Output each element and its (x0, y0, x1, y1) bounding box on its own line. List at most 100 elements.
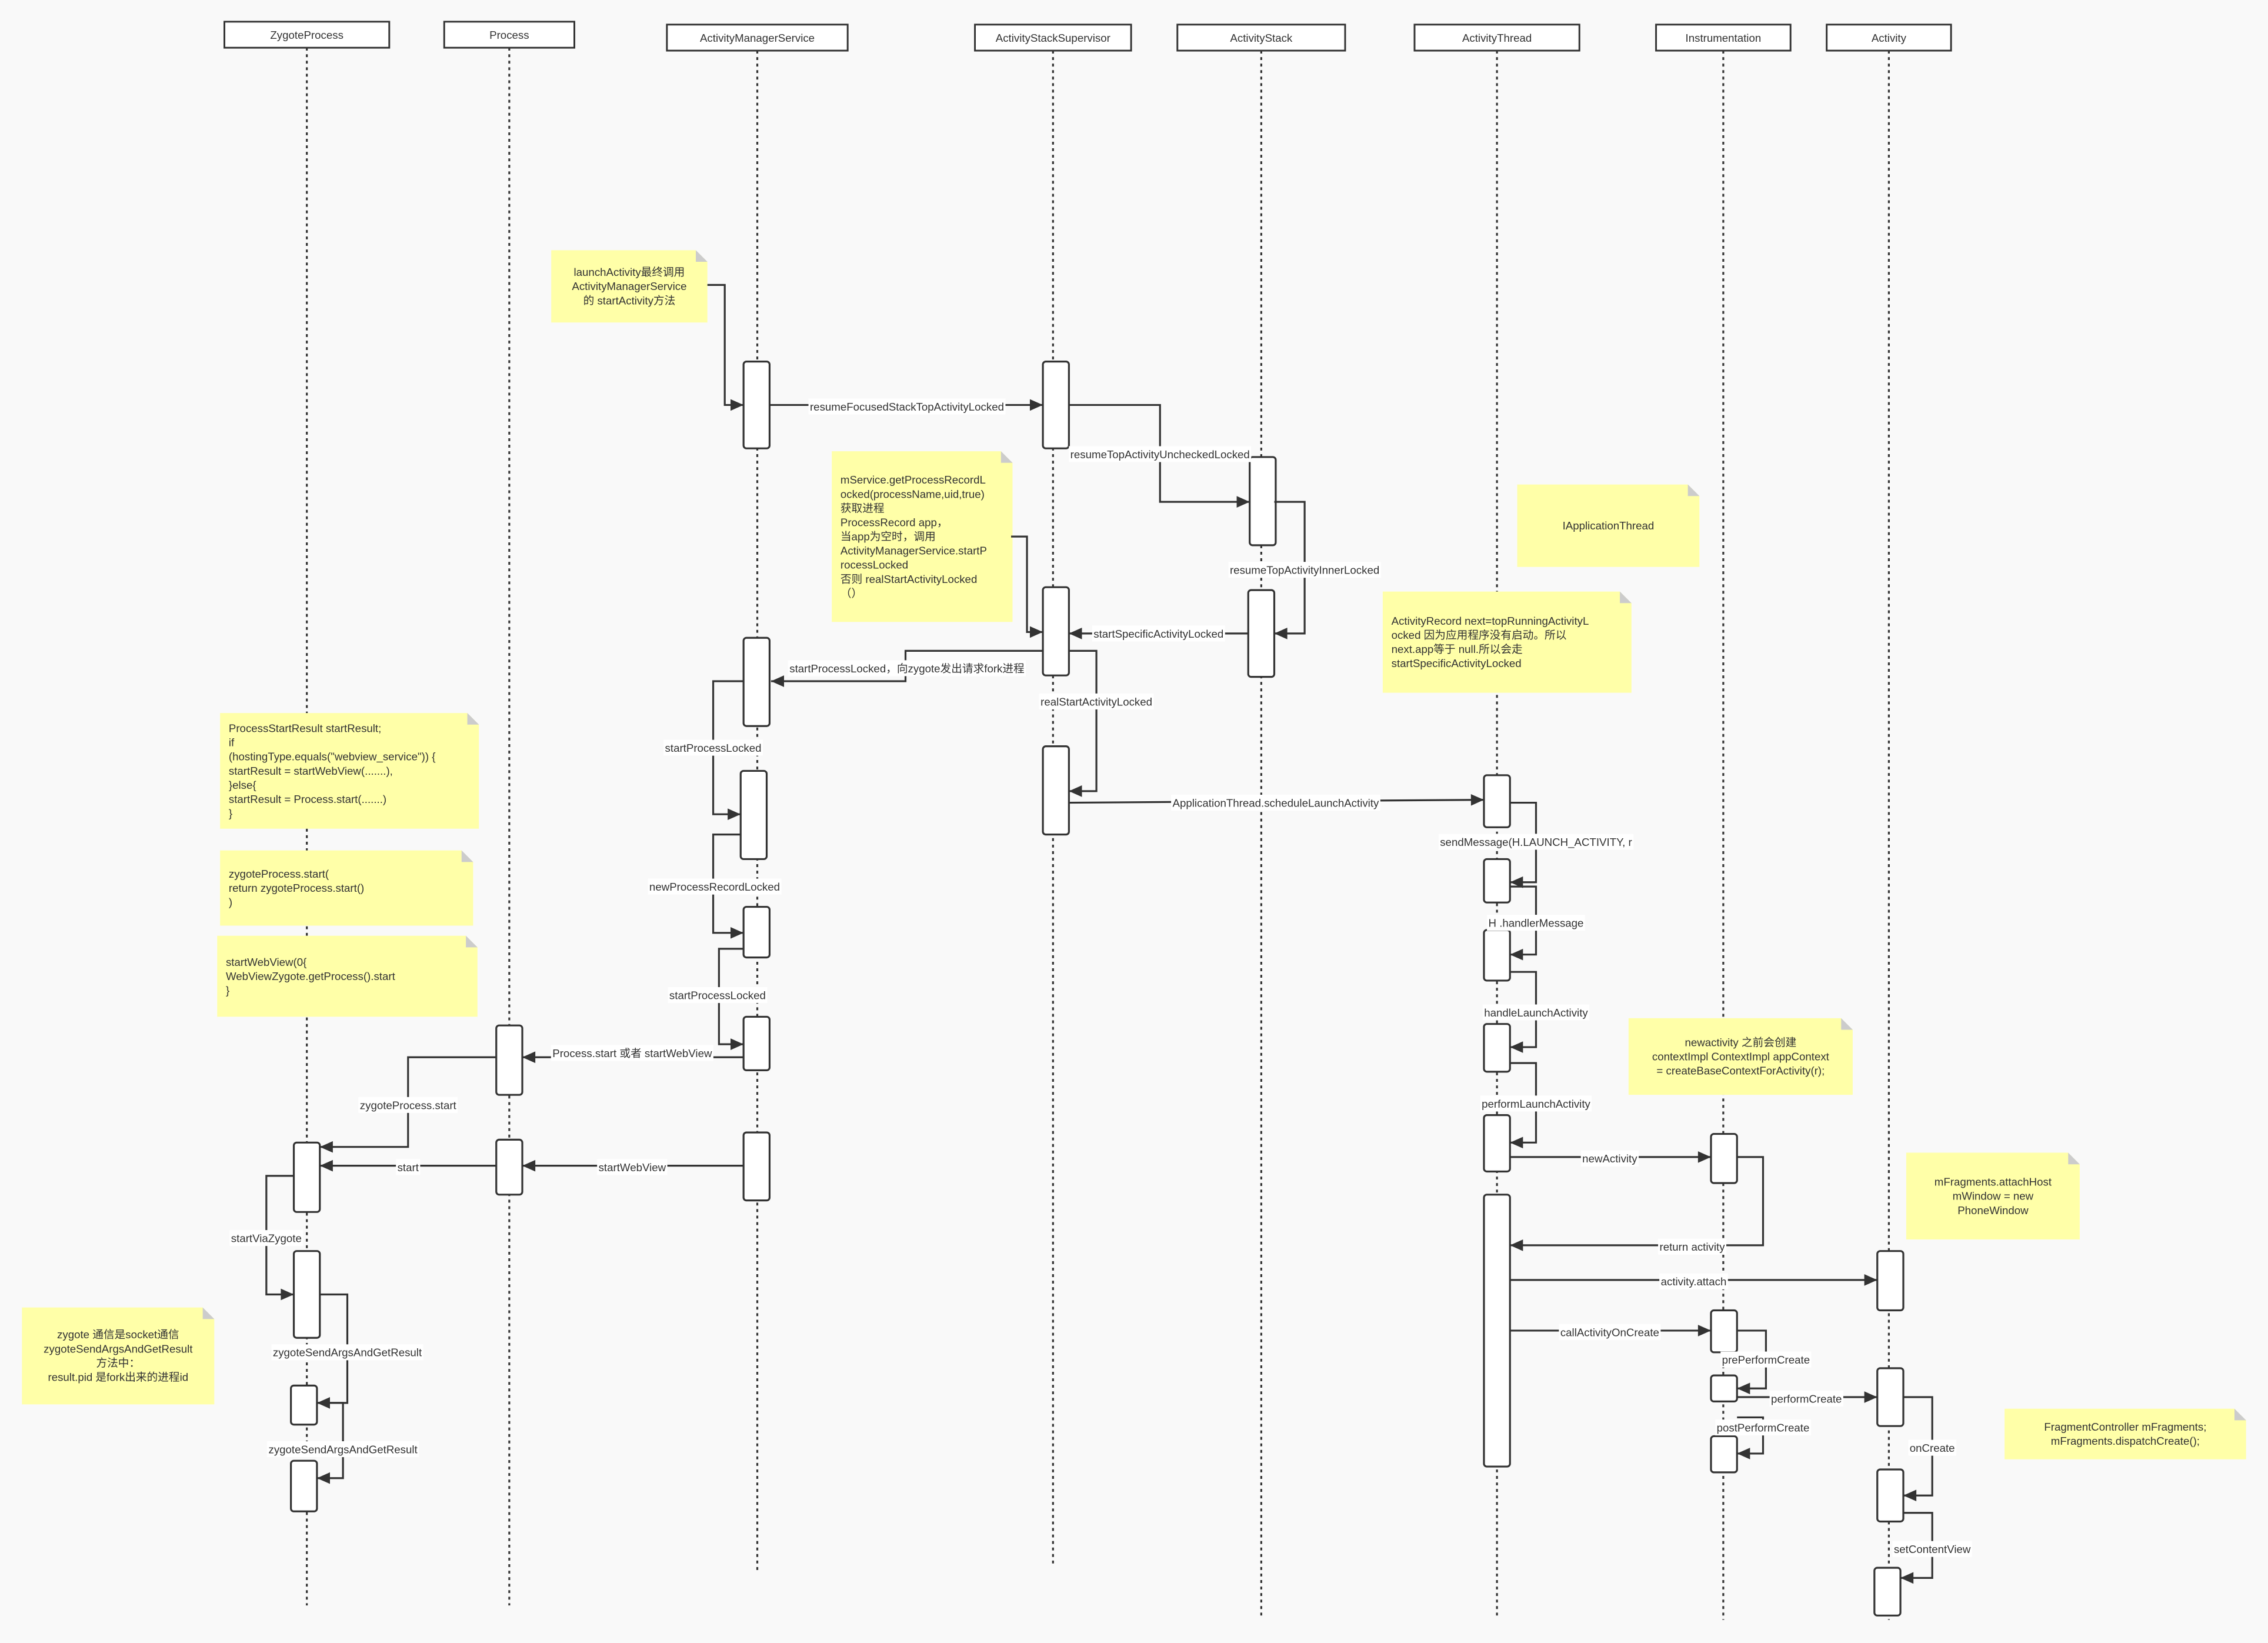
participant-box[interactable]: Activity (1826, 24, 1952, 52)
message-arrow: performCreate (1737, 1390, 1877, 1407)
participant-box[interactable]: Process (443, 21, 575, 49)
arrowhead-icon (316, 1472, 331, 1484)
note-line: mFragments.attachHost (1935, 1176, 2052, 1188)
arrowhead-icon (1864, 1391, 1877, 1403)
arrowhead-icon (1737, 1448, 1750, 1459)
message-label: performCreate (1771, 1392, 1842, 1405)
activation-bar (1042, 745, 1070, 836)
activation-bar (1483, 1023, 1511, 1073)
message-label: startProcessLocked (665, 742, 762, 754)
note-line: ocked(processName,uid,true) (841, 488, 985, 500)
participant-heads: ZygoteProcess Process ActivityManagerServi… (224, 21, 1952, 52)
activation-bar (292, 1250, 321, 1339)
note-line: startResult = Process.start(.......) (229, 793, 386, 805)
note-line: ProcessRecord app， (841, 516, 948, 528)
arrowhead-icon (731, 1038, 744, 1050)
message-label: zygoteSendArgsAndGetResult (273, 1347, 422, 1359)
activation-bar (290, 1384, 318, 1426)
message-label: activity.attach (1661, 1275, 1727, 1288)
participant-box[interactable]: ActivityManagerService (666, 24, 849, 52)
note[interactable]: FragmentController mFragments; mFragments… (2004, 1408, 2246, 1459)
message-arrow: startViaZygote (229, 1175, 303, 1301)
note-line: zygoteSendArgsAndGetResult (44, 1342, 193, 1355)
note[interactable]: ActivityRecord next=topRunningActivityL o… (1382, 591, 1632, 693)
note[interactable]: zygoteProcess.start( return zygoteProces… (220, 850, 473, 926)
note-fold-icon (1000, 451, 1013, 463)
participant-box[interactable]: ActivityStack (1176, 24, 1346, 52)
message-label: resumeTopActivityInnerLocked (1230, 564, 1379, 576)
message-label: postPerformCreate (1717, 1422, 1810, 1434)
participant-box[interactable]: ZygoteProcess (224, 21, 391, 49)
message-arrow: startSpecificActivityLocked (1069, 625, 1249, 642)
arrowhead-icon (1029, 399, 1043, 411)
note-fold-icon (2234, 1408, 2246, 1421)
activation-bar (495, 1138, 523, 1196)
message-label: handleLaunchActivity (1484, 1007, 1588, 1019)
arrowhead-icon (1274, 628, 1288, 639)
activation-bar (739, 769, 768, 861)
note-line: rocessLocked (841, 559, 908, 571)
message-label: zygoteProcess.start (360, 1099, 457, 1111)
note[interactable]: launchActivity最终调用 ActivityManagerService… (551, 250, 708, 323)
note-fold-icon (1620, 591, 1632, 604)
message-label: callActivityOnCreate (1560, 1326, 1659, 1338)
message-label: startViaZygote (231, 1232, 302, 1244)
message-label: realStartActivityLocked (1040, 695, 1152, 708)
activation-bar (1710, 1309, 1738, 1354)
note-line: ActivityRecord next=topRunningActivityL (1392, 615, 1589, 627)
message-arrow: callActivityOnCreate (1510, 1324, 1711, 1340)
note-line: PhoneWindow (1957, 1204, 2029, 1217)
note[interactable]: IApplicationThread (1517, 484, 1700, 567)
arrowhead-icon (1697, 1151, 1711, 1163)
note-line: } (226, 984, 229, 997)
arrowhead-icon (731, 399, 744, 411)
arrowhead-icon (1236, 496, 1250, 508)
activation-bar (742, 636, 771, 727)
participant-name: Instrumentation (1686, 32, 1762, 44)
message-arrow (707, 284, 744, 411)
message-arrow: onCreate (1903, 1396, 1957, 1502)
note-line: ActivityManagerService (572, 280, 686, 292)
participant-box[interactable]: ActivityStackSupervisor (974, 24, 1132, 52)
arrowhead-icon (1510, 1137, 1523, 1149)
note[interactable]: zygote 通信是socket通信zygoteSendArgsAndGetRe… (22, 1307, 215, 1405)
arrowhead-icon (1737, 1382, 1750, 1395)
note[interactable]: startWebView(0{WebViewZygote.getProcess(… (217, 935, 478, 1017)
message-label: onCreate (1910, 1442, 1955, 1454)
arrowhead-icon (1864, 1274, 1877, 1286)
participant-box[interactable]: Instrumentation (1655, 24, 1792, 52)
note-line: newactivity 之前会创建 (1685, 1036, 1796, 1048)
participant-box[interactable]: ActivityThread (1413, 24, 1580, 52)
note[interactable]: mFragments.attachHost mWindow = new PhoneW… (1906, 1152, 2080, 1240)
activation-bar (290, 1459, 318, 1512)
activation-bar (1873, 1567, 1902, 1617)
note-line: 当app为空时，调用 (841, 531, 936, 543)
arrowhead-icon (522, 1159, 536, 1172)
note-line: mService.getProcessRecordL (841, 474, 986, 486)
activation-bar (1710, 1374, 1738, 1403)
message-label: resumeTopActivityUncheckedLocked (1070, 448, 1250, 461)
message-label: startProcessLocked，向zygote发出请求fork进程 (789, 662, 1025, 675)
note-fold-icon (466, 935, 478, 948)
note-line: launchActivity最终调用 (574, 266, 685, 278)
arrowhead-icon (1510, 1041, 1523, 1053)
arrowhead-icon (1900, 1572, 1914, 1584)
participant-name: Process (489, 29, 529, 41)
note[interactable]: ProcessStartResult startResult; if (hosti… (220, 713, 479, 829)
activation-bar (1483, 929, 1511, 982)
note-fold-icon (202, 1307, 215, 1319)
message-arrow: activity.attach (1510, 1273, 1877, 1289)
activation-bar (1710, 1435, 1738, 1474)
arrowhead-icon (1069, 628, 1082, 639)
participant-name: Activity (1872, 32, 1907, 44)
message-label: return activity (1660, 1241, 1726, 1253)
message-label: resumeFocusedStackTopActivityLocked (810, 401, 1004, 413)
note[interactable]: mService.getProcessRecordL ocked(processN… (832, 451, 1013, 622)
activation-bar (1247, 589, 1276, 678)
message-arrow: Process.start 或者 startWebView (522, 1045, 744, 1064)
note-line: (hostingType.equals("webview_service")) … (229, 751, 436, 764)
arrowhead-icon (281, 1288, 294, 1301)
note[interactable]: newactivity 之前会创建 contextImpl ContextImpl… (1628, 1018, 1853, 1095)
arrowhead-icon (728, 808, 741, 821)
note-fold-icon (1841, 1018, 1853, 1030)
